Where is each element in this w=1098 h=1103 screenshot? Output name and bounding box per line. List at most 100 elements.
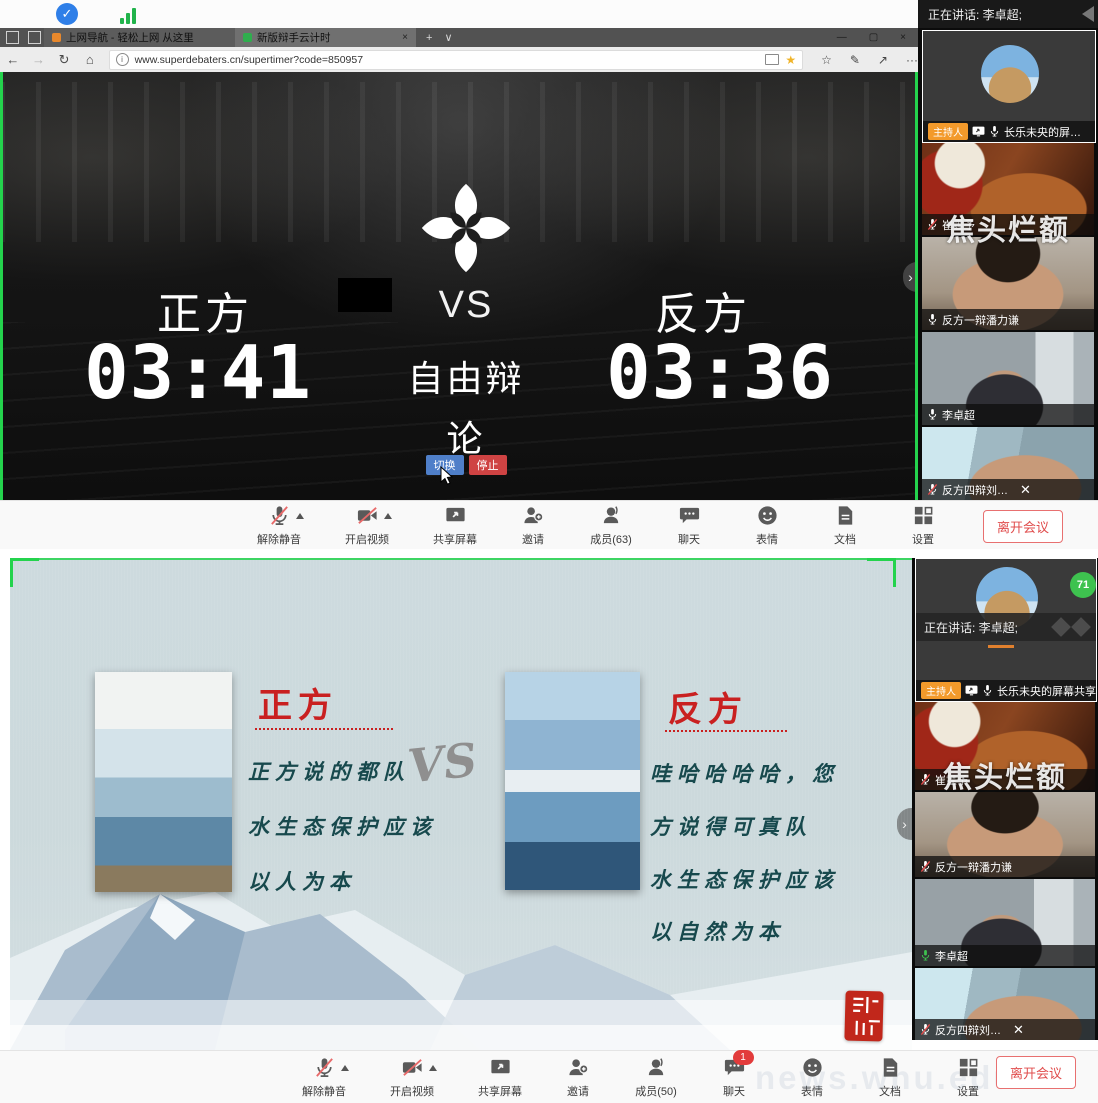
annotate-pen-icon[interactable]: ✎: [850, 53, 860, 67]
close-icon[interactable]: ✕: [1013, 1022, 1024, 1038]
home-icon[interactable]: ⌂: [77, 52, 103, 67]
close-window-icon[interactable]: ×: [900, 32, 906, 43]
mic-options-caret[interactable]: [341, 1065, 349, 1071]
emoji-icon: [756, 504, 779, 527]
mic-speaking-icon: [920, 949, 931, 962]
camera-off-icon: [401, 1056, 424, 1079]
settings-grid-icon: [957, 1056, 980, 1079]
camera-off-icon: [356, 504, 379, 527]
favorites-hub-icon[interactable]: ☆: [821, 53, 832, 67]
share-border: [0, 72, 3, 500]
invite-button[interactable]: 邀请: [504, 504, 562, 547]
mic-options-caret[interactable]: [296, 513, 304, 519]
network-signal-icon[interactable]: [120, 6, 136, 24]
participant-tile[interactable]: 李卓超: [915, 879, 1095, 966]
security-shield-icon[interactable]: ✓: [56, 3, 78, 25]
stop-button[interactable]: 停止: [469, 455, 507, 475]
document-icon: [879, 1056, 902, 1079]
settings-button[interactable]: 设置: [894, 504, 952, 547]
participant-tile[interactable]: 李卓超: [922, 332, 1094, 425]
unmute-button[interactable]: 解除静音: [250, 504, 308, 547]
participant-name: 李卓超: [935, 948, 968, 964]
mic-on-icon: [989, 125, 1000, 138]
unmute-button[interactable]: 解除静音: [295, 1056, 353, 1099]
mic-muted-icon: [927, 218, 938, 231]
camera-options-caret[interactable]: [384, 513, 392, 519]
share-icon[interactable]: ↗: [878, 53, 888, 67]
pro-timer: 03:41: [78, 330, 318, 416]
participant-label: 崔霆予: [915, 769, 1095, 790]
tab-label: 上网导航 - 轻松上网 从这里: [66, 30, 194, 45]
participant-label: 主持人 长乐未央的屏…: [923, 121, 1095, 142]
url-field[interactable]: i www.superdebaters.cn/supertimer?code=8…: [109, 50, 804, 70]
camera-options-caret[interactable]: [429, 1065, 437, 1071]
shared-slide: 正方 正方说的都队 水生态保护应该 以人为本 VS 反方 哇哈哈哈哈，您 方说得…: [10, 558, 912, 1050]
tab-list-icon[interactable]: ∨: [444, 31, 452, 44]
speaking-text: 正在讲话: 李卓超;: [924, 619, 1018, 636]
mountain-artwork: [10, 880, 912, 1050]
slide-photo-right: [505, 672, 640, 890]
participant-tile-host[interactable]: 主持人 长乐未央的屏…: [922, 30, 1096, 143]
leave-meeting-button[interactable]: 离开会议: [983, 510, 1063, 543]
participants-panel-bottom: 正在讲话: 李卓超; 主持人 长乐未央的屏幕共享 71 崔霆予: [912, 558, 1098, 1040]
more-menu-icon[interactable]: ···: [906, 53, 918, 67]
timer-page: 正方 03:41 VS 自由辩 论 切换 停止 反方 03:36 ›: [0, 72, 918, 500]
participant-tile[interactable]: 反方一辩潘力谦: [922, 237, 1094, 330]
share-screen-button[interactable]: 共享屏幕: [426, 504, 484, 547]
chat-button[interactable]: 聊天: [660, 504, 718, 547]
participant-label: 崔霆予: [922, 214, 1094, 235]
members-button[interactable]: 成员(50): [627, 1056, 685, 1099]
participant-tile-host[interactable]: 正在讲话: 李卓超; 主持人 长乐未央的屏幕共享: [915, 558, 1097, 702]
tab-debate-timer[interactable]: 新版辩手云计时 ×: [235, 28, 416, 47]
share-border-corner: [867, 558, 896, 587]
slide-con-title: 反方: [668, 682, 748, 731]
settings-grid-icon: [912, 504, 935, 527]
back-icon[interactable]: ←: [0, 52, 26, 67]
emoji-button[interactable]: 表情: [738, 504, 796, 547]
collapse-panel-handle[interactable]: ›: [897, 808, 912, 840]
participant-label: 反方一辩潘力谦: [922, 309, 1094, 330]
participant-tile[interactable]: 反方四辩刘… ✕: [922, 427, 1094, 500]
invite-icon: [567, 1056, 590, 1079]
participant-label: 反方四辩刘… ✕: [915, 1019, 1095, 1040]
close-icon[interactable]: ✕: [1020, 482, 1031, 498]
refresh-icon[interactable]: ↻: [51, 52, 77, 68]
invite-icon: [522, 504, 545, 527]
start-video-button[interactable]: 开启视频: [338, 504, 396, 547]
meeting-toolbar-top: 解除静音 开启视频 共享屏幕 邀请 成员(63) 聊天: [0, 500, 1098, 549]
share-screen-button[interactable]: 共享屏幕: [471, 1056, 529, 1099]
new-tab-icon[interactable]: +: [426, 32, 432, 44]
share-screen-icon: [444, 504, 467, 527]
window-icon[interactable]: [6, 31, 19, 44]
tab-favicon: [243, 33, 252, 42]
close-tab-icon[interactable]: ×: [402, 32, 408, 43]
leave-meeting-button[interactable]: 离开会议: [996, 1056, 1076, 1089]
reading-view-icon[interactable]: [765, 54, 779, 65]
invite-button[interactable]: 邀请: [549, 1056, 607, 1099]
window-icon[interactable]: [28, 31, 41, 44]
start-video-button[interactable]: 开启视频: [383, 1056, 441, 1099]
mic-muted-icon: [920, 773, 931, 786]
slide-con-line: 水生态保护应该: [650, 864, 839, 894]
favorite-star-icon[interactable]: ★: [785, 53, 796, 67]
slide-vs-label: VS: [405, 733, 479, 794]
participant-tile[interactable]: 反方四辩刘… ✕: [915, 968, 1095, 1040]
minimize-icon[interactable]: —: [837, 32, 847, 43]
slide-con-line: 以自然为本: [650, 916, 785, 946]
tab-navigation[interactable]: 上网导航 - 轻松上网 从这里: [44, 28, 235, 47]
participant-tile[interactable]: 反方一辩潘力谦: [915, 792, 1095, 877]
mic-muted-icon: [268, 504, 291, 527]
participants-panel-top: 正在讲话: 李卓超; 主持人 长乐未央的屏… 崔霆予 焦头烂额: [918, 0, 1098, 500]
site-info-icon[interactable]: i: [116, 53, 129, 66]
speaking-status-bar: 正在讲话: 李卓超;: [918, 0, 1098, 28]
members-button[interactable]: 成员(63): [582, 504, 640, 547]
forward-icon[interactable]: →: [26, 52, 52, 67]
emoji-icon: [801, 1056, 824, 1079]
members-icon: [645, 1056, 668, 1079]
maximize-icon[interactable]: ▢: [869, 32, 878, 43]
docs-button[interactable]: 文档: [816, 504, 874, 547]
participant-tile[interactable]: 崔霆予: [922, 143, 1094, 235]
participant-tile[interactable]: 崔霆予: [915, 702, 1095, 790]
logo-decoration: [1071, 617, 1091, 637]
participant-name: 长乐未央的屏…: [1004, 124, 1081, 140]
